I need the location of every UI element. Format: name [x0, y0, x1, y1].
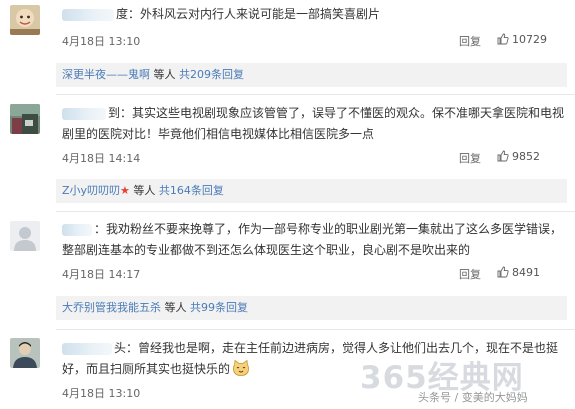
reply-summary[interactable]: 深更半夜——鬼啊 等人 共209条回复: [56, 63, 567, 87]
blurred-username[interactable]: [62, 342, 112, 355]
cat-face-emoji-icon: [232, 359, 250, 376]
blurred-username[interactable]: [62, 107, 106, 120]
like-button[interactable]: 10729: [497, 33, 567, 46]
watermark-logo: 365经典网: [360, 360, 524, 396]
comment-text: ：外科风云对内行人来说可能是一部搞笑喜剧片: [128, 7, 381, 21]
comment-meta: 4月18日 14:14 回复 9852: [62, 150, 567, 166]
reply-count-link[interactable]: 共209条回复: [179, 68, 244, 81]
comment-2: 到：其实这些电视剧现象应该管管了，误导了不懂医的观众。保不准哪天拿医院和电视剧里…: [0, 95, 575, 212]
username-suffix[interactable]: 到: [108, 106, 120, 120]
like-count: 8491: [512, 266, 540, 279]
avatar-person-icon: [10, 338, 40, 368]
comment-body: 到：其实这些电视剧现象应该管管了，误导了不懂医的观众。保不准哪天拿医院和电视剧里…: [62, 103, 567, 145]
watermark-credit: 头条号 / 变美的大妈妈: [418, 391, 528, 404]
comment-text: ：我劝粉丝不要来挽尊了，作为一部号称专业的职业剧光第一集就出了这么多医学错误，整…: [62, 222, 563, 257]
reply-author-link[interactable]: 大乔别管我我能五杀: [62, 301, 161, 314]
avatar[interactable]: [10, 5, 40, 35]
comment-3: ：我劝粉丝不要来挽尊了，作为一部号称专业的职业剧光第一集就出了这么多医学错误，整…: [0, 212, 575, 330]
reply-summary[interactable]: Z小y叨叨叨★ 等人 共164条回复: [56, 179, 567, 203]
like-button[interactable]: 8491: [497, 266, 567, 279]
username-suffix[interactable]: 头: [114, 341, 126, 355]
thumbs-up-icon: [497, 266, 509, 278]
avatar[interactable]: [10, 221, 40, 251]
timestamp: 4月18日 13:10: [62, 35, 141, 48]
like-count: 10729: [512, 33, 547, 46]
comment-body: ：我劝粉丝不要来挽尊了，作为一部号称专业的职业剧光第一集就出了这么多医学错误，整…: [62, 219, 567, 261]
username-suffix[interactable]: 度: [116, 7, 128, 21]
reply-mid-text: 等人: [161, 301, 190, 314]
reply-button[interactable]: 回复: [459, 33, 481, 49]
reply-summary[interactable]: 大乔别管我我能五杀 等人 共99条回复: [56, 296, 567, 320]
thumbs-up-icon: [497, 33, 509, 45]
comment-meta: 4月18日 14:17 回复 8491: [62, 266, 567, 282]
blurred-username[interactable]: [62, 223, 92, 236]
avatar[interactable]: [10, 338, 40, 368]
like-button[interactable]: 9852: [497, 150, 567, 163]
star-icon: ★: [120, 184, 130, 197]
reply-count-link[interactable]: 共164条回复: [159, 184, 224, 197]
comment-1: 度：外科风云对内行人来说可能是一部搞笑喜剧片 4月18日 13:10 回复 10…: [0, 0, 575, 95]
timestamp: 4月18日 13:10: [62, 387, 141, 400]
timestamp: 4月18日 14:14: [62, 152, 141, 165]
reply-mid-text: 等人: [150, 68, 179, 81]
comment-body: 度：外科风云对内行人来说可能是一部搞笑喜剧片: [62, 4, 567, 25]
avatar-face-icon: [10, 5, 40, 35]
comment-meta: 4月18日 13:10 回复 10729: [62, 33, 567, 49]
like-count: 9852: [512, 150, 540, 163]
thumbs-up-icon: [497, 150, 509, 162]
avatar-default-icon: [10, 221, 40, 251]
comment-text: ：其实这些电视剧现象应该管管了，误导了不懂医的观众。保不准哪天拿医院和电视剧里的…: [62, 106, 565, 141]
reply-mid-text: 等人: [129, 184, 159, 197]
reply-button[interactable]: 回复: [459, 150, 481, 166]
timestamp: 4月18日 14:17: [62, 268, 141, 281]
avatar[interactable]: [10, 104, 40, 134]
avatar-photo-icon: [10, 104, 40, 134]
reply-count-link[interactable]: 共99条回复: [190, 301, 248, 314]
reply-button[interactable]: 回复: [459, 266, 481, 282]
reply-author-link[interactable]: 深更半夜——鬼啊: [62, 68, 150, 81]
blurred-username[interactable]: [62, 8, 114, 21]
reply-author-link[interactable]: Z小y叨叨叨: [62, 184, 120, 197]
